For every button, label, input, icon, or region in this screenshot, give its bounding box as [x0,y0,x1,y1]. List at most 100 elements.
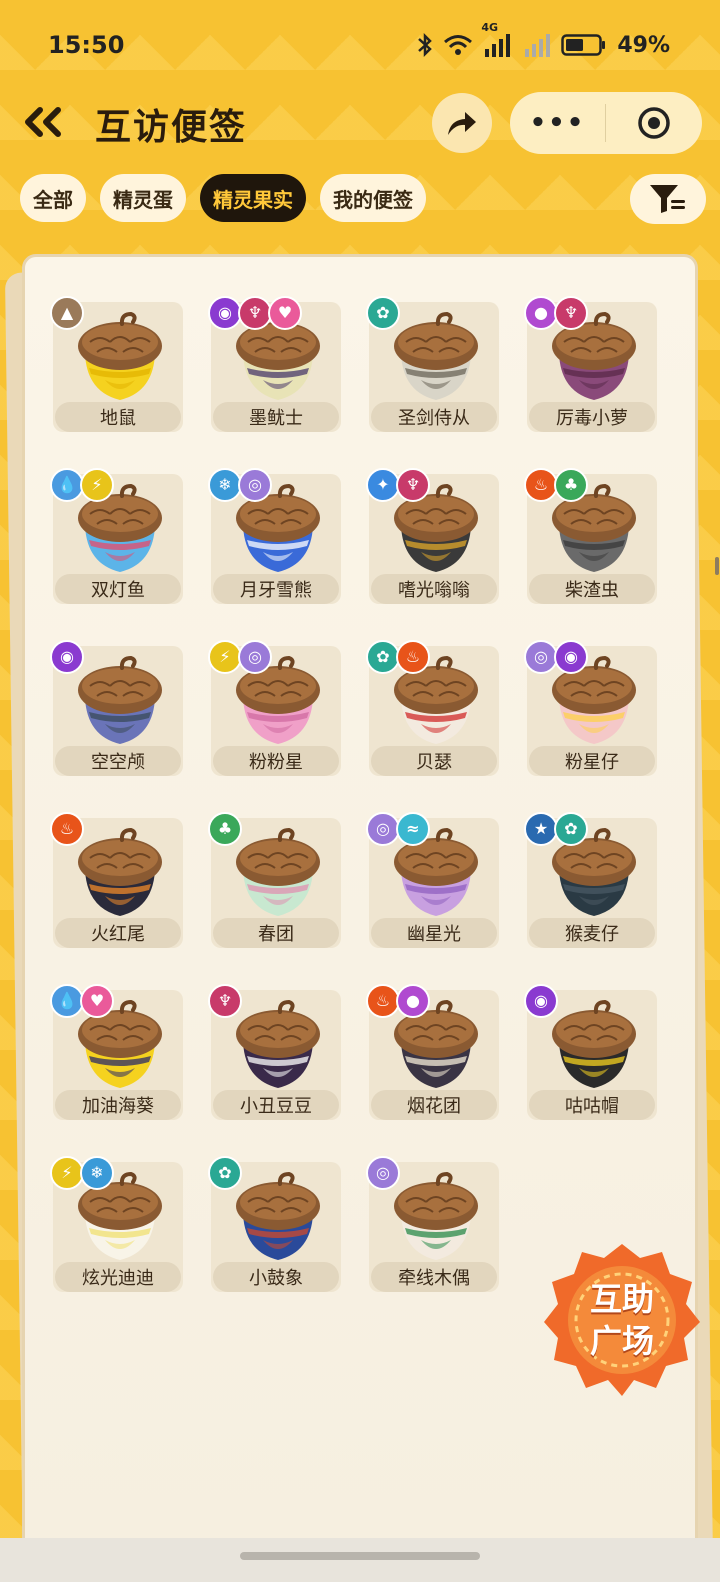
fruit-card[interactable]: ❄ ◎ 月牙雪熊 [208,468,341,604]
element-badges: ⚡ ◎ [208,640,272,674]
fruit-card[interactable]: ♨ ♣ 柴渣虫 [524,468,657,604]
poison-type-icon: ● [396,984,430,1018]
signal-empty-icon [523,33,551,57]
acorn-fruit-icon [391,1170,481,1262]
fruit-card[interactable]: 💧 ⚡ 双灯鱼 [50,468,183,604]
element-badges: ◎ ≈ [366,812,430,846]
share-arrow-icon [448,112,476,135]
fire-type-icon: ♨ [396,640,430,674]
fruit-name: 牵线木偶 [371,1262,497,1292]
fruit-card[interactable]: ✦ ♆ 嗜光嗡嗡 [366,468,499,604]
fruit-card[interactable]: ✿ 小鼓象 [208,1156,341,1292]
scrollbar[interactable] [715,557,719,575]
fairy-type-icon: ♥ [80,984,114,1018]
tab-my-notes[interactable]: 我的便签 [320,174,426,222]
assist-plaza-button[interactable]: 互助 广场 [544,1240,700,1396]
home-indicator-area [0,1538,720,1582]
fruit-card[interactable]: ⚡ ❄ 炫光迪迪 [50,1156,183,1292]
header: 互访便签 ••• [0,90,720,160]
water-type-icon: 💧 [50,468,84,502]
battery-icon [561,33,607,57]
fruit-name: 春团 [213,918,339,948]
tab-spirit-egg[interactable]: 精灵蛋 [100,174,186,222]
close-miniprogram-button[interactable] [606,105,702,141]
grass-type-icon: ♣ [554,468,588,502]
ground-type-icon: ▲ [50,296,84,330]
star-type-icon: ★ [524,812,558,846]
status-icons: 4G 49% [417,21,670,58]
water-type-icon: 💧 [50,984,84,1018]
light-type-icon: ✦ [366,468,400,502]
fruit-name: 猴麦仔 [529,918,655,948]
page-title: 互访便签 [95,107,248,148]
acorn-fruit-icon [233,1170,323,1262]
element-badges: 💧 ♥ [50,984,114,1018]
fruit-card[interactable]: ◎ 牵线木偶 [366,1156,499,1292]
fruit-card[interactable]: ⚡ ◎ 粉粉星 [208,640,341,776]
fruit-name: 火红尾 [55,918,181,948]
fruit-name: 厉毒小萝 [529,402,655,432]
fire-type-icon: ♨ [50,812,84,846]
element-badges: ◉ ♆ ♥ [208,296,302,330]
fruit-card[interactable]: ◎ ≈ 幽星光 [366,812,499,948]
fire-type-icon: ♨ [524,468,558,502]
acorn-fruit-icon [75,310,165,402]
fruit-card[interactable]: ♨ 火红尾 [50,812,183,948]
fruit-card[interactable]: 💧 ♥ 加油海葵 [50,984,183,1120]
element-badges: ◎ [366,1156,400,1190]
element-badges: ▲ [50,296,84,330]
fruit-card[interactable]: ◉ 咕咕帽 [524,984,657,1120]
fruit-name: 贝瑟 [371,746,497,776]
element-badges: ● ♆ [524,296,588,330]
fruit-card[interactable]: ♆ 小丑豆豆 [208,984,341,1120]
fruit-card[interactable]: ✿ 圣剑侍从 [366,296,499,432]
wind-type-icon: ◎ [238,468,272,502]
element-badges: ✿ [366,296,400,330]
ghost-type-icon: ◉ [208,296,242,330]
ice-type-icon: ❄ [208,468,242,502]
fruit-card[interactable]: ▲ 地鼠 [50,296,183,432]
wind-type-icon: ◎ [366,1156,400,1190]
fruit-name: 咕咕帽 [529,1090,655,1120]
mech-type-icon: ✿ [554,812,588,846]
element-badges: ♣ [208,812,242,846]
fruit-name: 柴渣虫 [529,574,655,604]
wind-type-icon: ◎ [524,640,558,674]
fruit-name: 墨鱿士 [213,402,339,432]
tab-all[interactable]: 全部 [20,174,86,222]
element-badges: ★ ✿ [524,812,588,846]
fruit-name: 幽星光 [371,918,497,948]
element-badges: 💧 ⚡ [50,468,114,502]
electric-type-icon: ⚡ [50,1156,84,1190]
fruit-card[interactable]: ♨ ● 烟花团 [366,984,499,1120]
demon-type-icon: ♆ [208,984,242,1018]
wind-type-icon: ◎ [238,640,272,674]
demon-type-icon: ♆ [396,468,430,502]
fruit-card[interactable]: ★ ✿ 猴麦仔 [524,812,657,948]
fruit-card[interactable]: ◉ ♆ ♥ 墨鱿士 [208,296,341,432]
fruit-card[interactable]: ♣ 春团 [208,812,341,948]
share-button[interactable] [432,93,492,153]
ice-type-icon: ❄ [80,1156,114,1190]
more-button[interactable]: ••• [510,108,605,138]
acorn-fruit-icon [391,310,481,402]
fruit-name: 粉粉星 [213,746,339,776]
fruit-card[interactable]: ● ♆ 厉毒小萝 [524,296,657,432]
acorn-fruit-icon [233,998,323,1090]
battery-percent: 49% [617,32,670,58]
wind-type-icon: ◎ [366,812,400,846]
tab-spirit-fruit[interactable]: 精灵果实 [200,174,306,222]
acorn-fruit-icon [233,826,323,918]
element-badges: ♆ [208,984,242,1018]
element-badges: ❄ ◎ [208,468,272,502]
fruit-card[interactable]: ◎ ◉ 粉星仔 [524,640,657,776]
acorn-fruit-icon [75,826,165,918]
fruit-card[interactable]: ✿ ♨ 贝瑟 [366,640,499,776]
back-button[interactable] [20,104,70,144]
flying-type-icon: ≈ [396,812,430,846]
fruit-name: 空空颅 [55,746,181,776]
fruit-card[interactable]: ◉ 空空颅 [50,640,183,776]
element-badges: ♨ ● [366,984,430,1018]
filter-button[interactable] [630,174,706,224]
home-indicator[interactable] [240,1552,480,1560]
